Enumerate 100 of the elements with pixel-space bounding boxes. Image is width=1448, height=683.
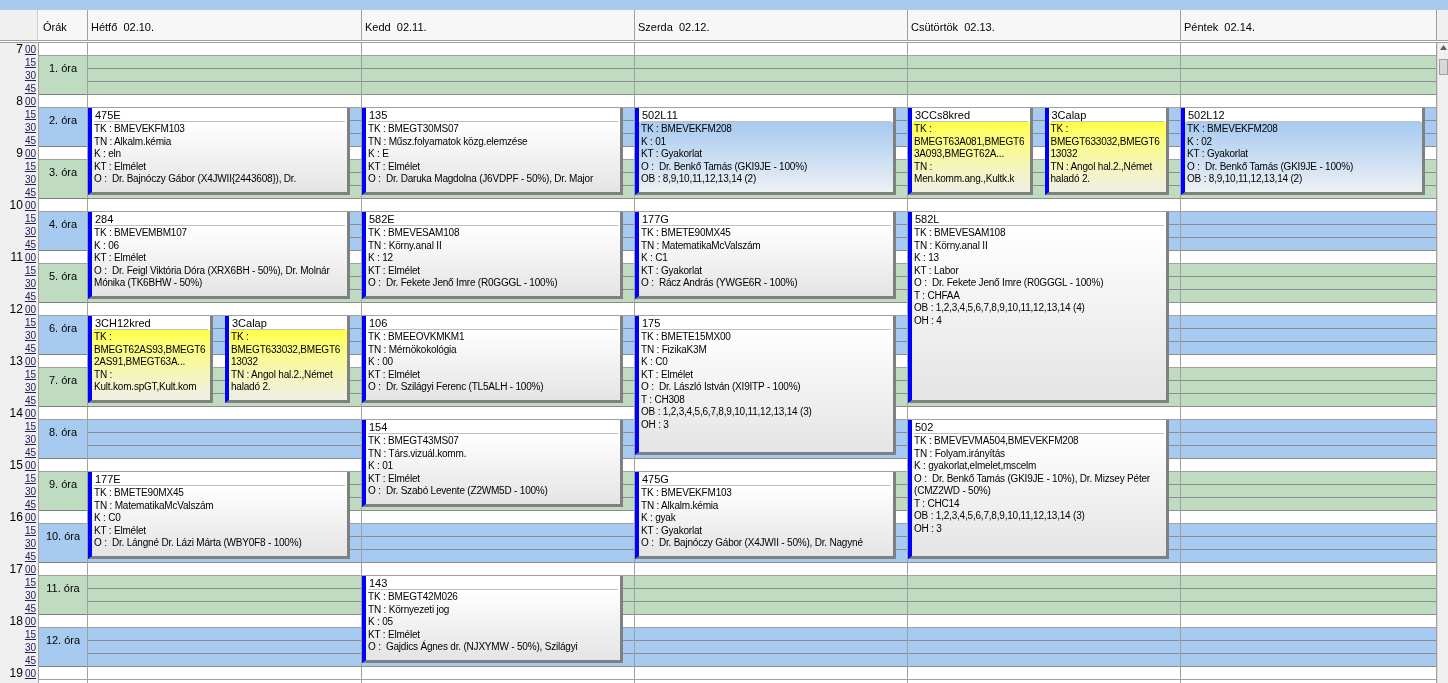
event-card[interactable]: 582E TK : BMEVESAM108 TN : Körny.anal II K : 12 KT : Elmélet O : Dr. Fekete Jenő Imre (R0GGGL - 100%) [362,212,623,299]
event-detail: TN : Kult.kom.spGT,Kult.kom [94,368,198,394]
minute-label: 15 [24,316,36,329]
minute-label: 00 [24,251,36,264]
day-header[interactable]: Kedd 02.11. [362,10,635,40]
event-card[interactable]: 284 TK : BMEVEMBM107 K : 06 KT : Elmélet O : Dr. Feigl Viktória Dóra (XRX6BH - 50%), Dr. Molnár Mónika (TK6BHW - 50%) [88,212,350,299]
event-card[interactable]: 502L11 TK : BMEVEKFM208 K : 01 KT : Gyakorlat O : Dr. Benkő Tamás (GKI9JE - 100%) OB : 8,9,10,11,12,13,14 (2) [635,108,896,195]
minute-label: 45 [24,394,36,407]
event-card[interactable]: 3CCs8kred TK : BMEGT63A081,BMEGT63A093,BMEGT62A... TN : Men.komm.ang.,Kultk.k [908,108,1033,195]
event-card[interactable]: 175 TK : BMETE15MX00 TN : FizikaK3M K : C0 KT : Elmélet O : Dr. László István (XI9ITP - 100%) T : CH308 OB : 1,2,3,4,5,6,7,8,9,10,11,12,13,14 (3) OH : 3 [635,316,896,455]
event-detail: TK : BMEVESAM108 [368,227,461,240]
event-detail: TN : MatematikaMcValszám [641,239,762,252]
minute-label: 30 [24,277,36,290]
event-detail: K : 13 [914,252,940,265]
day-header[interactable]: Szerda 02.12. [635,10,908,40]
day-header[interactable]: Csütörtök 02.13. [908,10,1181,40]
event-detail: O : Dr. László István (XI9ITP - 100%) [641,381,802,394]
minute-label: 45 [24,602,36,615]
event-detail: TK : BMEGT63A081,BMEGT63A093,BMEGT62A... [914,123,1026,161]
event-detail: K : 00 [368,356,394,369]
hour-label: 8 [16,95,23,108]
event-card[interactable]: 106 TK : BMEEOVKMKM1 TN : Mérnökokológia K : 00 KT : Elmélet O : Dr. Szilágyi Ferenc (TL5ALH - 100%) [362,316,623,403]
event-detail: KT : Elmélet [368,368,421,381]
minute-label: 15 [24,628,36,641]
minute-label: 45 [24,134,36,147]
event-detail: KT : Elmélet [368,472,421,485]
minute-label: 15 [24,524,36,537]
event-detail: TK : BMEVEKFM103 [94,123,186,136]
event-card[interactable]: 475E TK : BMEVEKFM103 TN : Alkalm.kémia K : eln KT : Elmélet O : Dr. Bajnóczy Gábor (X4JWII{2443608}), Dr. [88,108,350,195]
event-detail: K : gyak [641,512,677,525]
event-detail: KT : Elmélet [94,524,147,537]
event-detail: TK : BMETE90MX45 [641,227,732,240]
event-card[interactable]: 3Calap TK : BMEGT633032,BMEGT613032 TN : Angol hal.2.,Német haladó 2. [1044,108,1169,195]
event-card[interactable]: 154 TK : BMEGT43MS07 TN : Társ.vizuál.komm. K : 01 KT : Elmélet O : Dr. Szabó Levente (Z2WM5D - 100%) [362,420,623,507]
event-detail: TN : Angol hal.2.,Német haladó 2. [1050,160,1154,186]
event-detail: KT : Elmélet [368,628,420,641]
event-detail: O : Gajdics Ágnes dr. (NJXYMW - 50%), Szilágyi [368,641,579,654]
minute-label: 30 [24,433,36,446]
scrollbar[interactable] [1437,43,1448,683]
event-detail: OB : 1,2,3,4,5,6,7,8,9,10,11,12,13,14 (3) [641,406,813,419]
event-detail: K : 01 [368,460,394,473]
minute-label: 15 [24,576,36,589]
event-card[interactable]: 177G TK : BMETE90MX45 TN : MatematikaMcValszám K : C1 KT : Gyakorlat O : Rácz András (YWGE6R - 100%) [635,212,896,299]
event-detail: TK : BMEVEVMA504,BMEVEKFM208 [914,435,1080,448]
period-label: 9. óra [48,477,78,489]
event-card[interactable]: 135 TK : BMEGT30MS07 TN : Műsz.folyamatok közg.elemzése K : E KT : Elmélet O : Dr. Daruka Magdolna (J6VDPF - 50%), Dr. Major [362,108,623,195]
event-card[interactable]: 502L12 TK : BMEVEKFM208 K : 02 KT : Gyakorlat O : Dr. Benkő Tamás (GKI9JE - 100%) OB : 8,9,10,11,12,13,14 (2) [1181,108,1425,195]
event-card[interactable]: 475G TK : BMEVEKFM103 TN : Alkalm.kémia K : gyak KT : Gyakorlat O : Dr. Bajnóczy Gábor (X4JWII - 50%), Dr. Nagyné [635,472,896,559]
event-detail: TN : Folyam.irányítás [914,447,1006,460]
event-detail: KT : Labor [914,264,960,277]
event-card[interactable]: 582L TK : BMEVESAM108 TN : Körny.anal II K : 13 KT : Labor O : Dr. Fekete Jenő Imre (R0GGGL - 100%) T : CHFAA OB : 1,2,3,4,5,6,7,8,9,10,11,12,13,14 (4) OH : 4 [908,212,1169,403]
event-detail: K : 02 [1187,135,1213,148]
minute-label: 15 [24,264,36,277]
event-detail: KT : Elmélet [94,160,147,173]
minute-label: 30 [24,121,36,134]
hour-label: 14 [9,407,23,420]
event-card[interactable]: 177E TK : BMETE90MX45 TN : MatematikaMcValszám K : C0 KT : Elmélet O : Dr. Lángné Dr. Lázi Márta (WBY0F8 - 100%) [88,472,350,559]
period-label: 12. óra [45,633,81,645]
event-card[interactable] [908,420,1169,559]
event-card[interactable]: 3Calap TK : BMEGT633032,BMEGT613032 TN : Angol hal.2.,Német haladó 2. [225,316,350,403]
event-card[interactable]: 3CH12kred TK : BMEGT62AS93,BMEGT62AS91,BMEGT63A... TN : Kult.kom.spGT,Kult.kom [88,316,213,403]
event-detail: KT : Elmélet [94,252,147,265]
minute-label: 00 [24,459,36,472]
event-detail: OB : 1,2,3,4,5,6,7,8,9,10,11,12,13,14 (4) [914,302,1086,315]
event-detail: T : CHFAA [914,289,961,302]
event-detail: TN : Körny.anal II [914,239,989,252]
event-detail: TK : BMEGT62AS93,BMEGT62AS91,BMEGT63A... [94,331,207,369]
event-detail: TK : BMEGT633032,BMEGT613032 [231,331,342,369]
event-detail: KT : Elmélet [368,160,421,173]
event-detail: OH : 3 [641,418,670,431]
day-header[interactable]: Hétfő 02.10. [88,10,362,40]
event-detail: O : Rácz András (YWGE6R - 100%) [641,277,799,290]
event-detail: T : CHC14 [914,497,961,510]
minute-label: 00 [24,199,36,212]
event-detail: K : 01 [641,135,667,148]
minute-label: 45 [24,82,36,95]
minute-label: 30 [24,537,36,550]
event-card[interactable]: 143 TK : BMEGT42M026 TN : Környezeti jog K : 05 KT : Elmélet O : Gajdics Ágnes dr. (NJXYMW - 50%), Szilágyi [362,576,623,663]
period-label: 6. óra [48,321,78,333]
minute-label: 00 [24,407,36,420]
scroll-up-icon[interactable] [1440,45,1447,50]
period-label: 1. óra [48,61,78,73]
scrollbar-thumb[interactable] [1439,59,1448,75]
minute-label: 00 [24,511,36,524]
minute-label: 45 [24,342,36,355]
minute-label: 45 [24,498,36,511]
day-header[interactable]: Péntek 02.14. [1181,10,1437,40]
event-detail: OH : 4 [914,314,943,327]
event-detail: KT : Elmélet [368,264,421,277]
event-detail: OB : 8,9,10,11,12,13,14 (2) [641,173,758,186]
event-detail: O : Dr. Daruka Magdolna (J6VDPF - 50%), Dr. Major [368,173,595,186]
minute-label: 00 [24,43,36,56]
period-label: 11. óra [46,581,80,593]
minute-label: 00 [24,303,36,316]
event-detail: TN : FizikaK3M [641,343,708,356]
minute-label: 30 [24,641,36,654]
minute-label: 30 [24,381,36,394]
minute-label: 30 [24,589,36,602]
header-corner [1437,10,1448,40]
period-label: 5. óra [48,269,78,281]
